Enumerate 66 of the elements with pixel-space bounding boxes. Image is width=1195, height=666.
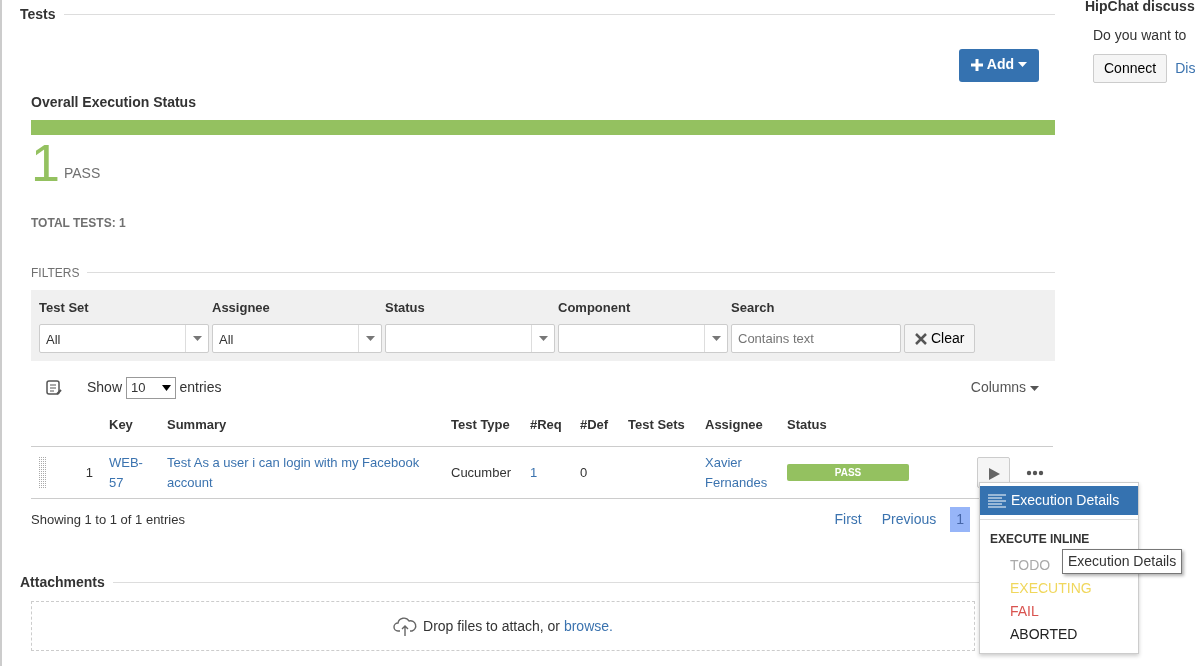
clear-button[interactable]: Clear [904,324,976,354]
section-title: Tests [20,5,56,24]
panel-title: HipChat discuss [1085,0,1195,16]
total-tests: TOTAL TESTS: 1 [31,214,127,232]
add-button[interactable]: Add [958,49,1039,82]
overall-status-title: Overall Execution Status [31,92,197,112]
caret-icon [161,384,171,391]
column-header: Test Type [451,416,510,432]
pagination-link[interactable]: 1 [950,507,970,533]
filter-label: Test Set [39,298,90,317]
caret-icon [1030,386,1039,392]
page-length-select[interactable]: 10 [126,377,176,399]
play-icon [987,467,1000,480]
cloud-upload-icon [393,615,418,638]
status-badge: PASS [787,464,909,482]
filter-label: Assignee [212,298,271,317]
pagination-link[interactable]: First [828,507,868,533]
caret-icon [711,336,721,342]
table-cell: Cucumber [451,464,511,480]
summary-link[interactable]: Test As a user i can login with my Facebook account [167,453,437,493]
pass-count: 1 [31,134,60,192]
connect-button[interactable]: Connect [1093,54,1168,83]
filter-label: Search [731,298,776,317]
lines-icon [988,493,1006,508]
filter-label: Status [385,298,426,317]
execution-details-item[interactable]: Execution Details [980,486,1138,515]
table-cell: 0 [580,464,588,480]
requirement-count-link[interactable]: 1 [530,464,538,480]
columns-dropdown[interactable]: Columns [970,377,1039,399]
column-header: #Req [530,416,562,432]
show-label: Show [87,378,123,398]
entries-label: entries [179,378,222,398]
attachments-title: Attachments [20,573,105,593]
edit-list-icon[interactable] [45,378,63,397]
browse-link[interactable]: browse. [563,617,613,634]
caret-icon [192,336,202,342]
pagination-link[interactable]: Previous [875,507,943,533]
assignee-link[interactable]: Xavier Fernandes [705,453,775,493]
panel-text: Do you want to [1093,26,1188,45]
caret-icon [538,336,548,342]
filter-select[interactable]: All [212,324,382,354]
column-header: Summary [167,416,227,432]
search-field[interactable]: Contains text [731,324,901,354]
drop-text: Drop files to attach, or browse. [423,616,613,636]
row-number: 1 [85,463,93,482]
plus-icon [970,58,983,71]
tooltip: Execution Details [1062,549,1183,574]
close-icon [915,332,927,345]
dismiss-link[interactable]: Dis [1175,58,1195,79]
file-drop-zone[interactable]: Drop files to attach, or browse. [31,601,975,652]
filter-select[interactable]: All [39,324,209,354]
table-info: Showing 1 to 1 of 1 entries [31,510,185,529]
column-header: Assignee [705,416,763,432]
filter-label: Component [558,298,632,317]
more-icon[interactable] [1026,469,1044,476]
pass-label: PASS [63,163,101,183]
column-header: Test Sets [628,416,685,432]
status-option[interactable]: ABORTED [1010,624,1078,644]
filters-title: FILTERS [31,264,80,282]
column-header: Key [109,416,133,432]
caret-icon [1018,62,1027,67]
column-header: #Def [580,416,609,432]
caret-icon [365,336,375,342]
status-option[interactable]: FAIL [1010,601,1039,621]
issue-key-link[interactable]: WEB-57 [109,453,149,493]
column-header: Status [787,416,827,432]
